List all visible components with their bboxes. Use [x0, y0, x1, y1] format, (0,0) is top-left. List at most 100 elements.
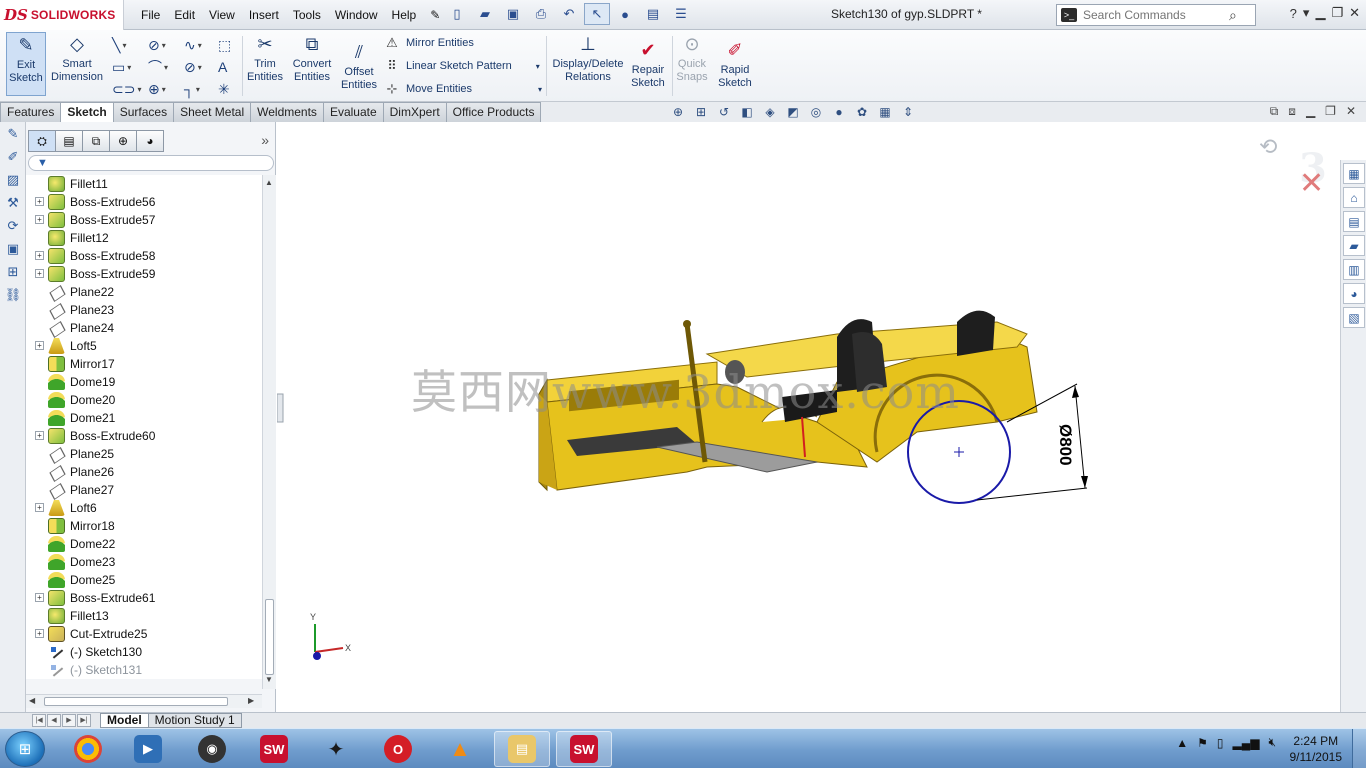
line-tool[interactable]: ╲ ▾: [112, 36, 146, 54]
volume-muted-icon[interactable]: 🔇︎: [1268, 735, 1276, 750]
taskbar-3d-app[interactable]: ✦: [308, 731, 364, 767]
expand-toggle-icon[interactable]: +: [35, 251, 44, 260]
scroll-down-icon[interactable]: ▼: [265, 675, 273, 684]
solidworks-logo[interactable]: DS SOLIDWORKS: [0, 0, 124, 30]
confirm-sketch-icon[interactable]: ⟲: [1259, 134, 1277, 160]
rebuild-icon[interactable]: ⟳: [2, 216, 24, 236]
menu-window[interactable]: Window: [328, 6, 385, 24]
search-commands-box[interactable]: >_ ⌕: [1056, 4, 1256, 26]
expand-toggle-icon[interactable]: +: [35, 503, 44, 512]
property-manager-tab-icon[interactable]: ▤: [55, 130, 83, 152]
sketch-icon[interactable]: ✎: [2, 124, 24, 144]
doc-close-icon[interactable]: ✕: [1346, 104, 1356, 119]
tree-vertical-scrollbar[interactable]: ▲ ▼: [262, 175, 276, 689]
tree-node[interactable]: Mirror18: [26, 517, 262, 535]
tree-node[interactable]: + Boss-Extrude61: [26, 589, 262, 607]
normal-to-icon[interactable]: ⇕: [898, 103, 918, 121]
file-explorer-icon[interactable]: ▰: [1343, 235, 1365, 256]
expand-toggle-icon[interactable]: +: [35, 197, 44, 206]
scroll-right-icon[interactable]: ▶: [248, 696, 254, 705]
tab-motion-study[interactable]: Motion Study 1: [147, 713, 242, 728]
menu-edit[interactable]: Edit: [167, 6, 202, 24]
tree-node[interactable]: Dome20: [26, 391, 262, 409]
tab-sheet-metal[interactable]: Sheet Metal: [173, 102, 252, 122]
tree-horizontal-scrollbar[interactable]: ◀ ▶: [26, 694, 262, 708]
repair-sketch-button[interactable]: ✔ Repair Sketch: [628, 38, 668, 96]
close-icon[interactable]: ✕: [1349, 5, 1360, 21]
tab-evaluate[interactable]: Evaluate: [322, 102, 384, 122]
grid-icon[interactable]: ⊞: [2, 262, 24, 282]
tab-dimxpert[interactable]: DimXpert: [382, 102, 447, 122]
new-document-icon[interactable]: ▯: [444, 3, 470, 25]
chevron-down-icon[interactable]: ▾: [538, 85, 542, 94]
scroll-left-icon[interactable]: ◀: [29, 696, 35, 705]
scroll-thumb[interactable]: [265, 599, 274, 675]
taskbar-utility[interactable]: ◉: [184, 731, 240, 767]
tab-office-products[interactable]: Office Products: [445, 102, 542, 122]
expand-toggle-icon[interactable]: +: [35, 341, 44, 350]
expand-panel-icon[interactable]: »: [261, 132, 269, 148]
tree-node[interactable]: + Boss-Extrude58: [26, 247, 262, 265]
help-icon[interactable]: ?: [1290, 6, 1297, 21]
custom-properties-icon[interactable]: ▧: [1343, 307, 1365, 328]
tab-surfaces[interactable]: Surfaces: [112, 102, 175, 122]
expand-toggle-icon[interactable]: +: [35, 431, 44, 440]
next-tab-icon[interactable]: ▶: [62, 714, 76, 727]
taskbar-solidworks[interactable]: SW: [246, 731, 302, 767]
taskbar-media[interactable]: ▶: [120, 731, 176, 767]
linear-sketch-pattern-button[interactable]: ⠿ Linear Sketch Pattern ▾: [384, 58, 540, 74]
tree-node[interactable]: Plane25: [26, 445, 262, 463]
prev-tab-icon[interactable]: ◀: [47, 714, 61, 727]
tree-node[interactable]: Dome21: [26, 409, 262, 427]
convert-entities-button[interactable]: ⧉ Convert Entities: [288, 32, 336, 96]
tree-node[interactable]: (-) Sketch131: [26, 661, 262, 679]
offset-entities-button[interactable]: ⫽ Offset Entities: [338, 40, 380, 96]
tree-node[interactable]: Plane24: [26, 319, 262, 337]
tree-node[interactable]: Fillet11: [26, 175, 262, 193]
taskbar-vlc[interactable]: ▲: [432, 731, 488, 767]
tree-node[interactable]: Dome23: [26, 553, 262, 571]
display-style-icon[interactable]: ◩: [783, 103, 803, 121]
taskbar-opera[interactable]: O: [370, 731, 426, 767]
sketch-block-icon[interactable]: ▣: [2, 239, 24, 259]
scroll-up-icon[interactable]: ▲: [265, 178, 273, 187]
fillet-sketch-tool[interactable]: ⊘ ▾: [184, 58, 218, 76]
zoom-to-area-icon[interactable]: ⊞: [691, 103, 711, 121]
trim-entities-button[interactable]: ✂ Trim Entities: [246, 32, 284, 96]
apply-scene-icon[interactable]: ✿: [852, 103, 872, 121]
sketch-picture-icon[interactable]: ▨: [2, 170, 24, 190]
tab-sketch[interactable]: Sketch: [60, 102, 114, 122]
tree-node[interactable]: + Loft6: [26, 499, 262, 517]
tree-node[interactable]: + Boss-Extrude60: [26, 427, 262, 445]
tree-node[interactable]: Dome22: [26, 535, 262, 553]
cascade-icon[interactable]: ⧈: [1288, 104, 1296, 119]
select-arrow-icon[interactable]: ↖: [584, 3, 610, 25]
link-icon[interactable]: ⛓: [2, 285, 24, 305]
menu-file[interactable]: File: [134, 6, 167, 24]
menu-help[interactable]: Help: [385, 6, 424, 24]
print-icon[interactable]: ⎙: [528, 3, 554, 25]
tree-node[interactable]: + Boss-Extrude57: [26, 211, 262, 229]
exit-sketch-button[interactable]: ✎ Exit Sketch: [6, 32, 46, 96]
rectangle-tool[interactable]: ▭ ▾: [112, 58, 146, 76]
scroll-thumb[interactable]: [44, 697, 228, 706]
expand-toggle-icon[interactable]: +: [35, 593, 44, 602]
options-icon[interactable]: ☰: [668, 3, 694, 25]
open-folder-icon[interactable]: ▰: [472, 3, 498, 25]
tree-node[interactable]: Plane26: [26, 463, 262, 481]
show-hidden-icons-icon[interactable]: ▲: [1176, 736, 1188, 750]
circle-tool[interactable]: ⊘ ▾: [148, 36, 182, 54]
device-icon[interactable]: ▯: [1217, 736, 1224, 750]
tab-features[interactable]: Features: [0, 102, 62, 122]
first-tab-icon[interactable]: |◀: [32, 714, 46, 727]
doc-restore-icon[interactable]: ❐: [1325, 104, 1336, 119]
tree-node[interactable]: Fillet13: [26, 607, 262, 625]
last-tab-icon[interactable]: ▶|: [77, 714, 91, 727]
tree-node[interactable]: Dome25: [26, 571, 262, 589]
tree-node[interactable]: + Boss-Extrude59: [26, 265, 262, 283]
tree-node[interactable]: + Boss-Extrude56: [26, 193, 262, 211]
tree-node[interactable]: Plane22: [26, 283, 262, 301]
taskbar-solidworks-active[interactable]: SW: [556, 731, 612, 767]
solidworks-resources-icon[interactable]: ▦: [1343, 163, 1365, 184]
save-icon[interactable]: ▣: [500, 3, 526, 25]
